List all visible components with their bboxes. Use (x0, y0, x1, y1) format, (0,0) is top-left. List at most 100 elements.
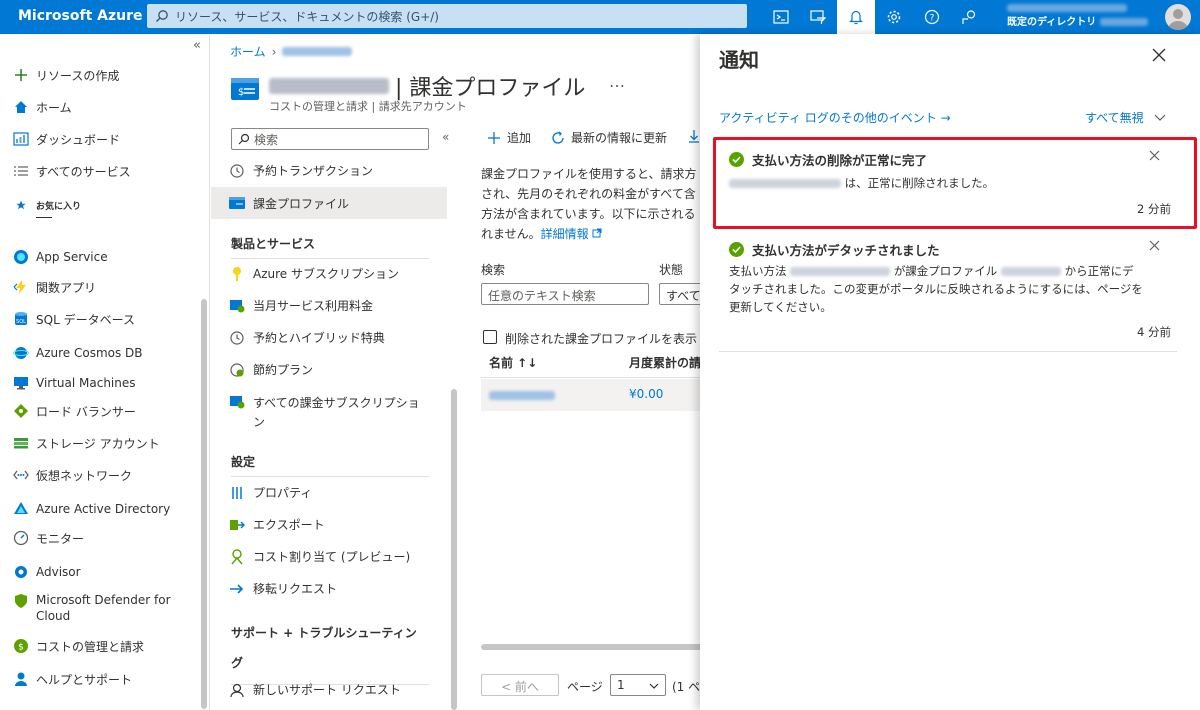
menu-item-savings-plans[interactable]: 節約プラン (229, 361, 441, 378)
menu-item-cost-allocation[interactable]: コスト割り当て (プレビュー) (229, 548, 441, 565)
menu-item-exports[interactable]: エクスポート (229, 516, 441, 533)
nav-label: コストの管理と請求 (36, 639, 145, 654)
pager-previous-button[interactable]: < 前へ (481, 674, 559, 696)
nav-item-app-service[interactable]: App Service (12, 248, 108, 266)
notification-divider (719, 351, 1177, 352)
nav-item-monitor[interactable]: モニター (12, 529, 84, 547)
dismiss-notification-icon[interactable] (1149, 240, 1163, 254)
table-row[interactable]: ¥0.00 (481, 379, 700, 411)
menu-item-azure-subscriptions[interactable]: Azure サブスクリプション (229, 265, 441, 282)
app-service-icon (12, 248, 30, 266)
charges-icon (229, 298, 245, 314)
show-deleted-label: 削除された課金プロファイルを表示 (505, 332, 698, 346)
filter-search-input[interactable]: 任意のテキスト検索 (481, 283, 649, 305)
nav-item-virtual-machines[interactable]: Virtual Machines (12, 374, 136, 392)
global-search-input[interactable]: リソース、サービス、ドキュメントの検索 (G+/) (147, 4, 747, 28)
cost-allocation-icon (229, 548, 245, 565)
menu-item-properties[interactable]: プロパティ (229, 484, 441, 501)
account-email-redacted[interactable] (1007, 4, 1127, 12)
billing-profile-blade: ホーム › $ | 課金プロファイル … コストの管理と請求 | 請求先アカウン… (211, 34, 700, 710)
collapse-nav-button[interactable]: « (193, 38, 201, 53)
menu-item-transfer-requests[interactable]: 移転リクエスト (229, 580, 441, 597)
nav-item-create-resource[interactable]: リソースの作成 (12, 66, 119, 84)
blade-menu-scrollbar[interactable] (451, 389, 457, 710)
feedback-icon[interactable] (950, 0, 988, 34)
collapse-menu-button[interactable]: « (442, 130, 449, 144)
function-app-icon (12, 278, 30, 296)
menu-item-new-support-request[interactable]: 新しいサポート リクエスト (229, 681, 441, 698)
dashboard-icon (12, 130, 30, 148)
add-button[interactable]: 追加 (487, 129, 531, 146)
pager-page-select[interactable]: 1 (610, 674, 666, 696)
page-subtitle: コストの管理と請求 | 請求先アカウント (269, 100, 467, 113)
download-icon[interactable] (689, 129, 699, 143)
notification-item[interactable]: 支払い方法がデタッチされました 支払い方法 が課金プロファイル から正常にデ タ… (719, 240, 1179, 350)
notifications-title: 通知 (719, 48, 759, 72)
refresh-button[interactable]: 最新の情報に更新 (551, 129, 667, 146)
more-options-button[interactable]: … (609, 72, 625, 91)
nav-item-defender[interactable]: Microsoft Defender for Cloud (12, 592, 171, 624)
menu-item-billing-profiles[interactable]: 課金プロファイル (211, 187, 447, 219)
menu-item-reservations-hybrid[interactable]: 予約とハイブリッド特典 (229, 329, 441, 346)
nav-item-home[interactable]: ホーム (12, 98, 72, 116)
nav-item-help-support[interactable]: ヘルプとサポート (12, 670, 132, 688)
filter-search-label: 検索 (481, 263, 506, 277)
brand-logo[interactable]: Microsoft Azure (18, 8, 143, 24)
load-balancer-icon (12, 402, 30, 420)
nav-label: Azure Cosmos DB (36, 346, 143, 360)
nav-label: ホーム (36, 100, 72, 115)
notification-time: 4 分前 (1137, 325, 1171, 339)
nav-item-all-services[interactable]: すべてのサービス (12, 162, 131, 180)
nav-label: すべてのサービス (36, 164, 131, 179)
table-header: 名前 ↑↓ 月度累計の請 (481, 348, 700, 378)
nav-item-dashboard[interactable]: ダッシュボード (12, 130, 120, 148)
menu-item-all-billing-subscriptions[interactable]: すべての課金サブスクリプション (229, 394, 441, 432)
month-to-date-amount: ¥0.00 (629, 387, 664, 401)
profile-name-link-redacted[interactable] (489, 391, 555, 400)
filter-status-select[interactable]: すべて (659, 283, 700, 305)
show-deleted-checkbox[interactable] (483, 330, 497, 344)
nav-item-sql-database[interactable]: SQL SQL データベース (12, 310, 135, 328)
bell-icon[interactable] (837, 0, 875, 34)
nav-label: ロード バランサー (36, 404, 136, 419)
nav-label: リソースの作成 (36, 68, 120, 83)
nav-item-load-balancer[interactable]: ロード バランサー (12, 402, 136, 420)
storage-account-icon (12, 434, 30, 452)
learn-more-link[interactable]: 詳細情報 (541, 227, 589, 241)
activity-log-link[interactable]: アクティビティ ログのその他のイベント → (719, 109, 951, 126)
highlight-box (713, 137, 1197, 229)
directory-label[interactable]: 既定のディレクトリ (1007, 13, 1148, 28)
avatar[interactable] (1165, 4, 1191, 30)
blade-menu-search-input[interactable]: 検索 (231, 128, 429, 150)
cloud-shell-icon[interactable] (762, 0, 800, 34)
left-nav-scrollbar[interactable] (201, 299, 207, 709)
breadcrumb-home-link[interactable]: ホーム (230, 43, 266, 60)
nav-item-cosmos-db[interactable]: Azure Cosmos DB (12, 344, 143, 362)
search-icon (156, 10, 168, 22)
menu-item-current-charges[interactable]: 当月サービス利用料金 (229, 297, 441, 314)
section-support-troubleshooting: サポート + トラブルシューティング (231, 618, 429, 685)
dismiss-all-button[interactable]: すべて無視 (1085, 109, 1166, 126)
nav-item-active-directory[interactable]: Azure Active Directory (12, 500, 170, 518)
nav-item-cost-management[interactable]: $ コストの管理と請求 (12, 637, 144, 655)
help-icon[interactable]: ? (913, 0, 951, 34)
menu-item-reservation-transactions[interactable]: 予約トランザクション (229, 162, 441, 179)
column-header-name[interactable]: 名前 ↑↓ (489, 354, 537, 371)
nav-label: ヘルプとサポート (36, 672, 133, 687)
favorites-header: お気に入り (12, 196, 81, 214)
external-link-icon (592, 228, 602, 238)
breadcrumb-account-redacted[interactable] (282, 47, 353, 56)
nav-item-advisor[interactable]: Advisor (12, 563, 81, 581)
nav-item-storage-account[interactable]: ストレージ アカウント (12, 434, 160, 452)
pager-of-label: (1 ペ (672, 680, 700, 694)
nav-item-function-app[interactable]: 関数アプリ (12, 278, 96, 296)
directory-filter-icon[interactable] (799, 0, 837, 34)
gear-icon[interactable] (875, 0, 913, 34)
close-icon[interactable] (1152, 48, 1172, 68)
column-header-month-to-date[interactable]: 月度累計の請 (629, 354, 700, 371)
pager-page-label: ページ (567, 680, 603, 694)
advisor-icon (12, 563, 30, 581)
nav-item-virtual-network[interactable]: 仮想ネットワーク (12, 466, 132, 484)
table-horizontal-scrollbar[interactable] (481, 644, 700, 650)
plus-icon (488, 131, 500, 144)
